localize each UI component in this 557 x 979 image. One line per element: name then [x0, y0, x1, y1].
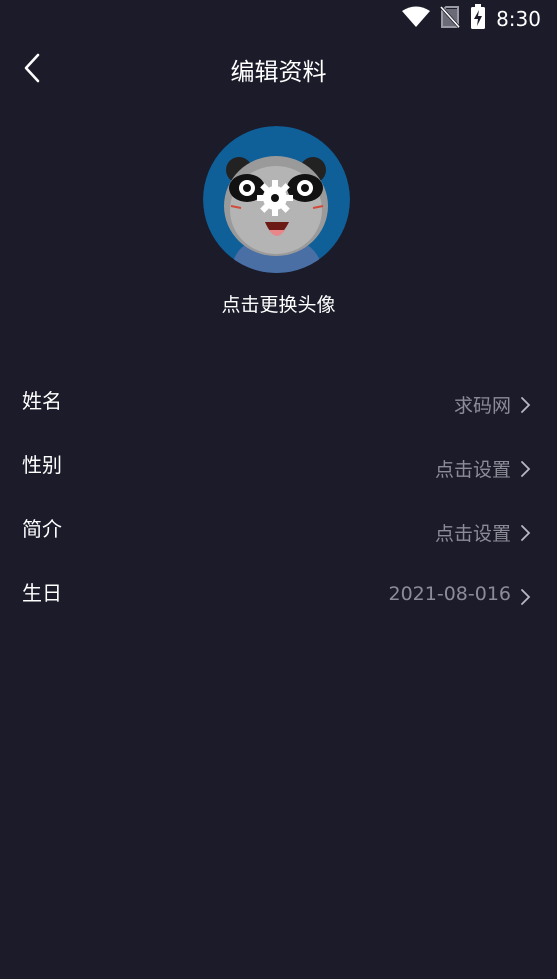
profile-row-gender[interactable]: 性别 点击设置 — [0, 441, 557, 497]
profile-row-bio[interactable]: 简介 点击设置 — [0, 505, 557, 561]
row-value: 点击设置 — [434, 523, 511, 545]
row-label: 姓名 — [22, 389, 62, 413]
page-title: 编辑资料 — [230, 58, 327, 86]
status-time: 8:30 — [496, 7, 541, 31]
row-label: 简介 — [22, 517, 62, 541]
chevron-right-icon — [519, 587, 531, 607]
status-bar: 8:30 — [0, 0, 557, 38]
no-sim-icon — [439, 5, 461, 33]
chevron-right-icon — [519, 459, 531, 479]
profile-row-birthday[interactable]: 生日 2021-08-016 — [0, 569, 557, 625]
row-value: 点击设置 — [434, 459, 511, 481]
gear-icon — [255, 178, 295, 218]
chevron-right-icon — [519, 395, 531, 415]
chevron-right-icon — [519, 523, 531, 543]
wifi-icon — [402, 6, 431, 32]
change-avatar-label[interactable]: 点击更换头像 — [0, 290, 557, 317]
row-label: 生日 — [22, 581, 62, 605]
avatar[interactable] — [203, 126, 350, 273]
profile-row-name[interactable]: 姓名 求码网 — [0, 377, 557, 433]
row-value: 求码网 — [453, 395, 511, 417]
header: 编辑资料 — [0, 38, 557, 102]
battery-charging-icon — [470, 4, 486, 34]
status-icons: 8:30 — [402, 4, 541, 34]
row-label: 性别 — [22, 453, 62, 477]
row-value: 2021-08-016 — [388, 583, 511, 605]
